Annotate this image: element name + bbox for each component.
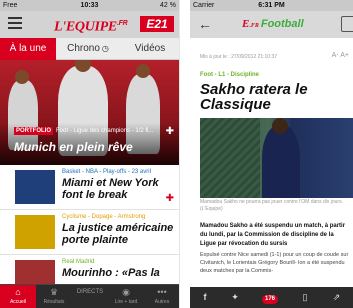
article-list: Basket - NBA - Play-offs - 23 avril Miam… xyxy=(0,165,179,300)
nav-autres[interactable]: ••• Autres xyxy=(144,285,179,308)
lequipe-logo: L'EQUIPE.FR xyxy=(54,19,128,35)
article-title: Miami et New York font le break xyxy=(62,177,159,201)
status-bar: Free 10:33 42 % xyxy=(0,0,179,11)
hero-title: Munich en plein rêve xyxy=(14,140,133,154)
hero-category: Foot - Ligue des champions - 1/2 fi... xyxy=(56,128,154,134)
tab-bar: À la une Chrono ◷ Vidéos xyxy=(0,38,179,60)
hero-article[interactable]: PORTFOLIO Foot - Ligue des champions - 1/… xyxy=(0,60,179,165)
battery-label: 42 % xyxy=(160,2,176,9)
list-item[interactable]: Cyclisme - Dopage - Armstrong La justice… xyxy=(0,210,179,255)
article-category: Real Madrid xyxy=(62,259,95,265)
article-thumbnail xyxy=(15,170,55,204)
tab-a-la-une[interactable]: À la une xyxy=(0,38,56,60)
section-logo: E.FR Football xyxy=(242,18,304,30)
back-arrow-icon[interactable]: ← xyxy=(198,16,212,32)
status-bar: Carrier 6:31 PM xyxy=(190,0,353,11)
more-icon: ••• xyxy=(157,287,167,297)
time-label: 6:31 PM xyxy=(258,2,285,9)
plus-icon: ✚ xyxy=(165,193,174,204)
article-date: Mis à jour le : 27/09/2012 21:10:37 xyxy=(200,54,277,60)
nav-lire-plus-tard[interactable]: ◉ Lire + tard xyxy=(108,285,144,308)
header-action-button[interactable] xyxy=(341,16,353,32)
trophy-icon: ♛ xyxy=(49,287,59,297)
eye-icon: ◉ xyxy=(122,287,130,297)
article-title: Mourinho : «Pas la xyxy=(62,267,160,279)
app-header: L'EQUIPE.FR E21 xyxy=(0,11,179,38)
article-title: Sakho ratera le Classique xyxy=(200,81,308,113)
left-phone-home: Free 10:33 42 % L'EQUIPE.FR E21 À la une… xyxy=(0,0,180,308)
photo-caption: Mamadou Sakho ne pourra pas jouer contre… xyxy=(200,199,343,212)
nav-directs[interactable]: DIRECTS xyxy=(72,285,108,308)
article-body: Expulsé contre Nice samedi (1-1) pour un… xyxy=(200,252,349,274)
tab-videos[interactable]: Vidéos xyxy=(120,38,179,60)
facebook-icon[interactable]: f xyxy=(190,287,220,308)
tab-chrono[interactable]: Chrono ◷ xyxy=(58,38,118,60)
share-icon[interactable]: ⇗ xyxy=(320,287,353,308)
article-title: La justice américaine porte plainte xyxy=(62,222,174,246)
bottom-nav: ⌂ Accueil ♛ Résultats DIRECTS ◉ Lire + tard… xyxy=(0,284,179,308)
article-category: Foot - L1 - Discipline xyxy=(200,72,260,78)
twitter-icon[interactable]: ✦ xyxy=(220,287,250,308)
home-icon: ⌂ xyxy=(15,287,21,297)
chrono-icon: ◷ xyxy=(101,44,109,53)
article-header: ← E.FR Football xyxy=(190,11,353,38)
share-toolbar: f ✦ 176 ▯ ⇗ xyxy=(190,287,353,308)
article-category: Basket - NBA - Play-offs - 23 avril xyxy=(62,169,151,175)
nav-accueil[interactable]: ⌂ Accueil xyxy=(0,285,36,308)
comments-button[interactable]: 176 xyxy=(250,287,290,308)
portfolio-tag: PORTFOLIO xyxy=(14,127,53,135)
screenshot-stage: Free 10:33 42 % L'EQUIPE.FR E21 À la une… xyxy=(0,0,353,308)
comment-count-badge: 176 xyxy=(261,295,278,304)
menu-icon[interactable] xyxy=(8,17,22,29)
e21-button[interactable]: E21 xyxy=(140,16,174,32)
plus-icon: ✚ xyxy=(165,126,174,137)
nav-resultats[interactable]: ♛ Résultats xyxy=(36,285,72,308)
list-item[interactable]: Basket - NBA - Play-offs - 23 avril Miam… xyxy=(0,165,179,210)
article-thumbnail xyxy=(15,215,55,249)
hero-meta: PORTFOLIO Foot - Ligue des champions - 1/… xyxy=(14,127,154,135)
time-label: 10:33 xyxy=(80,2,99,9)
article-photo xyxy=(200,118,353,198)
font-size-controls[interactable]: A- A+ xyxy=(332,52,349,59)
article-lead: Mamadou Sakho a été suspendu un match, à… xyxy=(200,223,346,247)
right-phone-article: Carrier 6:31 PM ← E.FR Football Mis à jou… xyxy=(190,0,353,308)
article-category: Cyclisme - Dopage - Armstrong xyxy=(62,214,146,220)
document-icon[interactable]: ▯ xyxy=(290,287,320,308)
